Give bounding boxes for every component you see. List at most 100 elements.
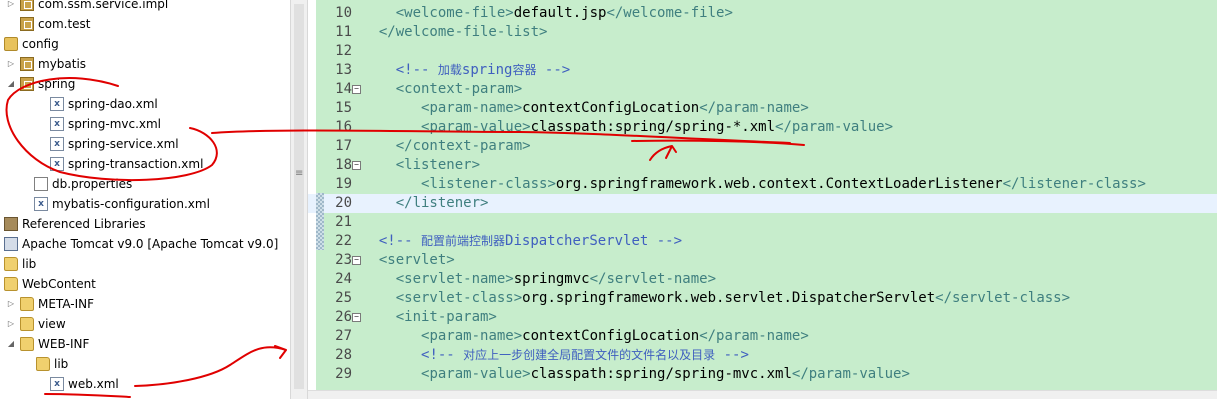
code-content: <listener-class>org.springframework.web.… xyxy=(362,175,1146,194)
tree-item-label: META-INF xyxy=(38,297,95,311)
line-number: 15 xyxy=(335,100,352,116)
library-icon xyxy=(4,217,18,231)
code-line[interactable]: 18− <listener> xyxy=(308,156,1217,175)
explorer-scrollbar[interactable] xyxy=(294,4,304,389)
comment-text: 配置前端控制器 xyxy=(421,234,506,248)
xml-file-icon: x xyxy=(50,137,64,151)
folder-icon xyxy=(20,337,34,351)
code-line[interactable]: 20 </listener> xyxy=(308,194,1217,213)
line-number: 18 xyxy=(335,157,352,173)
line-number: 19 xyxy=(335,176,352,192)
xml-open-tag: </listener> xyxy=(395,195,489,211)
code-content: <servlet> xyxy=(362,251,455,270)
code-line[interactable]: 21 xyxy=(308,213,1217,232)
xml-open-tag: <servlet-name> xyxy=(395,271,514,287)
code-line[interactable]: 17 </context-param> xyxy=(308,137,1217,156)
tree-item-label: spring-service.xml xyxy=(68,137,179,151)
fold-toggle-icon[interactable]: − xyxy=(352,85,361,94)
xml-open-tag: <welcome-file> xyxy=(395,5,514,21)
code-line[interactable]: 14− <context-param> xyxy=(308,80,1217,99)
code-line[interactable]: 11 </welcome-file-list> xyxy=(308,23,1217,42)
collapsed-arrow-icon[interactable]: ▷ xyxy=(6,0,16,14)
code-line[interactable]: 27 <param-name>contextConfigLocation</pa… xyxy=(308,327,1217,346)
xml-editor[interactable]: 10 <welcome-file>default.jsp</welcome-fi… xyxy=(308,0,1217,399)
xml-text: classpath:spring/spring-mvc.xml xyxy=(530,366,792,382)
collapsed-arrow-icon[interactable]: ▷ xyxy=(6,54,16,74)
code-content: <context-param> xyxy=(362,80,522,99)
code-line[interactable]: 25 <servlet-class>org.springframework.we… xyxy=(308,289,1217,308)
view-splitter[interactable]: ≡ xyxy=(290,0,308,399)
folder-icon xyxy=(20,297,34,311)
tree-item-label: view xyxy=(38,317,66,331)
xml-open-tag: <context-param> xyxy=(395,81,523,97)
xml-file-icon: x xyxy=(50,377,64,391)
collapsed-arrow-icon[interactable]: ▷ xyxy=(6,314,16,334)
tree-item-label: com.test xyxy=(38,17,91,31)
folder-icon xyxy=(4,277,18,291)
comment-text: --> xyxy=(715,347,749,363)
code-line[interactable]: 10 <welcome-file>default.jsp</welcome-fi… xyxy=(308,4,1217,23)
code-line[interactable]: 23− <servlet> xyxy=(308,251,1217,270)
code-line[interactable]: 22 <!-- 配置前端控制器DispatcherServlet --> xyxy=(308,232,1217,251)
fold-toggle-icon[interactable]: − xyxy=(352,256,361,265)
code-line[interactable]: 13 <!-- 加载spring容器 --> xyxy=(308,61,1217,80)
code-line[interactable]: 24 <servlet-name>springmvc</servlet-name… xyxy=(308,270,1217,289)
line-number: 25 xyxy=(335,290,352,306)
code-line[interactable]: 19 <listener-class>org.springframework.w… xyxy=(308,175,1217,194)
server-runtime-icon xyxy=(4,237,18,251)
code-content: <param-name>contextConfigLocation</param… xyxy=(362,99,809,118)
tree-item-label: mybatis-configuration.xml xyxy=(52,197,210,211)
code-content: <init-param> xyxy=(362,308,497,327)
line-number: 28 xyxy=(335,347,352,363)
folder-icon xyxy=(36,357,50,371)
editor-horizontal-scrollbar[interactable] xyxy=(308,390,1217,399)
line-number: 26 xyxy=(335,309,352,325)
splitter-grip-icon[interactable]: ≡ xyxy=(295,168,303,179)
fold-toggle-icon[interactable]: − xyxy=(352,161,361,170)
code-line[interactable]: 29 <param-value>classpath:spring/spring-… xyxy=(308,365,1217,384)
xml-file-icon: x xyxy=(50,97,64,111)
code-content: <welcome-file>default.jsp</welcome-file> xyxy=(362,4,733,23)
xml-comment: <!-- 对应上一步创建全局配置文件的文件名以及目录 --> xyxy=(421,347,749,363)
tree-item-label: web.xml xyxy=(68,377,119,391)
collapsed-arrow-icon[interactable]: ▷ xyxy=(6,294,16,314)
fold-toggle-icon[interactable]: − xyxy=(352,313,361,322)
code-line[interactable]: 16 <param-value>classpath:spring/spring-… xyxy=(308,118,1217,137)
code-content: <param-name>contextConfigLocation</param… xyxy=(362,327,809,346)
code-line[interactable]: 28 <!-- 对应上一步创建全局配置文件的文件名以及目录 --> xyxy=(308,346,1217,365)
xml-close-tag: </param-value> xyxy=(775,119,894,135)
xml-open-tag: <param-value> xyxy=(421,119,531,135)
source-folder-icon xyxy=(4,37,18,51)
code-line[interactable]: 12 xyxy=(308,42,1217,61)
tree-item-label: spring xyxy=(38,77,76,91)
project-explorer: ▷ com.ssm.service.impl com.test ◢ config ▷ myb… xyxy=(0,0,290,399)
tree-item-label: Referenced Libraries xyxy=(22,217,146,231)
xml-text: org.springframework.web.context.ContextL… xyxy=(555,176,1003,192)
xml-comment: <!-- 加载spring容器 --> xyxy=(396,62,570,78)
xml-text: default.jsp xyxy=(513,5,607,21)
xml-text: springmvc xyxy=(513,271,590,287)
xml-open-tag: </welcome-file-list> xyxy=(378,24,548,40)
code-content: <listener> xyxy=(362,156,480,175)
folder-icon xyxy=(20,317,34,331)
expanded-arrow-icon[interactable]: ◢ xyxy=(6,334,16,354)
xml-close-tag: </servlet-class> xyxy=(935,290,1071,306)
line-number: 22 xyxy=(335,233,352,249)
package-icon xyxy=(20,17,34,31)
xml-comment: <!-- 配置前端控制器DispatcherServlet --> xyxy=(379,233,682,249)
xml-text: contextConfigLocation xyxy=(522,100,700,116)
xml-close-tag: </param-value> xyxy=(791,366,910,382)
code-line[interactable]: 26− <init-param> xyxy=(308,308,1217,327)
line-number: 10 xyxy=(335,5,352,21)
code-line[interactable]: 15 <param-name>contextConfigLocation</pa… xyxy=(308,99,1217,118)
expanded-arrow-icon[interactable]: ◢ xyxy=(6,74,16,94)
code-content: <servlet-name>springmvc</servlet-name> xyxy=(362,270,716,289)
